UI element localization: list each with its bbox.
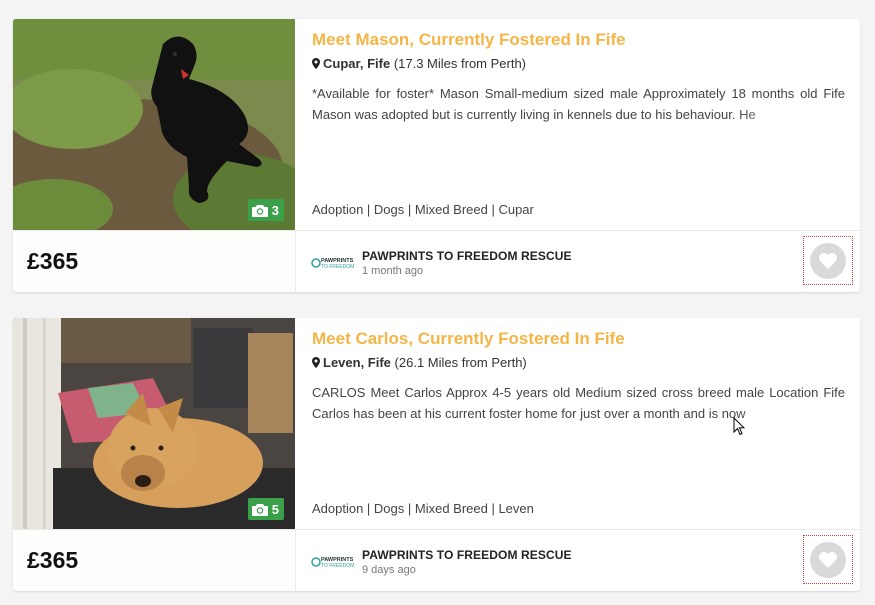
listing-tags: Adoption | Dogs | Mixed Breed | Cupar [312, 202, 534, 217]
location-name: Leven, Fife [323, 355, 391, 370]
mouse-cursor-icon [733, 417, 745, 436]
seller-logo: PAWPRINTS TO FREEDOM [311, 258, 354, 270]
favourite-button[interactable] [803, 236, 853, 285]
heart-icon [819, 551, 837, 568]
description-fade [735, 104, 845, 125]
listing-description: *Available for foster* Mason Small-mediu… [312, 83, 845, 125]
seller-info[interactable]: PAWPRINTS TO FREEDOM PAWPRINTS TO FREEDO… [311, 542, 572, 582]
photo-count-badge[interactable]: 5 [247, 498, 284, 520]
photo-count-badge[interactable]: 3 [247, 199, 284, 221]
listing-location: Leven, Fife (26.1 Miles from Perth) [312, 355, 527, 370]
listing-description: CARLOS Meet Carlos Approx 4-5 years old … [312, 382, 845, 424]
listing-photo[interactable]: 5 [13, 318, 295, 529]
listing-card[interactable]: 3 Meet Mason, Currently Fostered In Fife… [13, 19, 860, 292]
favourite-circle [810, 541, 846, 578]
location-distance: (17.3 Miles from Perth) [393, 56, 527, 71]
map-pin-icon [312, 357, 320, 368]
seller-name[interactable]: PAWPRINTS TO FREEDOM RESCUE [362, 249, 572, 263]
listing-price: £365 [27, 248, 79, 274]
listing-footer: £365 PAWPRINTS TO FREEDOM PAWPRINTS TO F… [13, 529, 860, 591]
svg-text:TO FREEDOM: TO FREEDOM [321, 264, 354, 270]
listing-price: £365 [27, 547, 79, 573]
listing-info: Meet Carlos, Currently Fostered In Fife … [295, 318, 860, 529]
location-distance: (26.1 Miles from Perth) [394, 355, 527, 370]
listing-tags: Adoption | Dogs | Mixed Breed | Leven [312, 501, 534, 516]
camera-icon [251, 204, 268, 217]
listing-title[interactable]: Meet Mason, Currently Fostered In Fife [312, 30, 626, 50]
posted-time: 1 month ago [362, 265, 424, 277]
heart-icon [819, 252, 837, 269]
listing-location: Cupar, Fife (17.3 Miles from Perth) [312, 56, 526, 71]
photo-count: 5 [271, 501, 279, 517]
map-pin-icon [312, 58, 320, 69]
camera-icon [251, 503, 268, 516]
listing-photo[interactable]: 3 [13, 19, 295, 230]
seller-logo: PAWPRINTS TO FREEDOM [311, 557, 354, 569]
svg-text:TO FREEDOM: TO FREEDOM [321, 563, 354, 569]
seller-info[interactable]: PAWPRINTS TO FREEDOM PAWPRINTS TO FREEDO… [311, 243, 572, 283]
listing-footer: £365 PAWPRINTS TO FREEDOM PAWPRINTS TO F… [13, 230, 860, 292]
seller-name[interactable]: PAWPRINTS TO FREEDOM RESCUE [362, 548, 572, 562]
photo-count: 3 [271, 202, 279, 218]
listing-info: Meet Mason, Currently Fostered In Fife C… [295, 19, 860, 230]
listing-title[interactable]: Meet Carlos, Currently Fostered In Fife [312, 329, 625, 349]
description-fade [735, 403, 845, 424]
price-box: £365 [13, 231, 296, 292]
posted-time: 9 days ago [362, 564, 416, 576]
listing-card[interactable]: 5 Meet Carlos, Currently Fostered In Fif… [13, 318, 860, 591]
location-name: Cupar, Fife [323, 56, 391, 71]
price-box: £365 [13, 530, 296, 591]
favourite-button[interactable] [803, 535, 853, 584]
favourite-circle [810, 242, 846, 279]
